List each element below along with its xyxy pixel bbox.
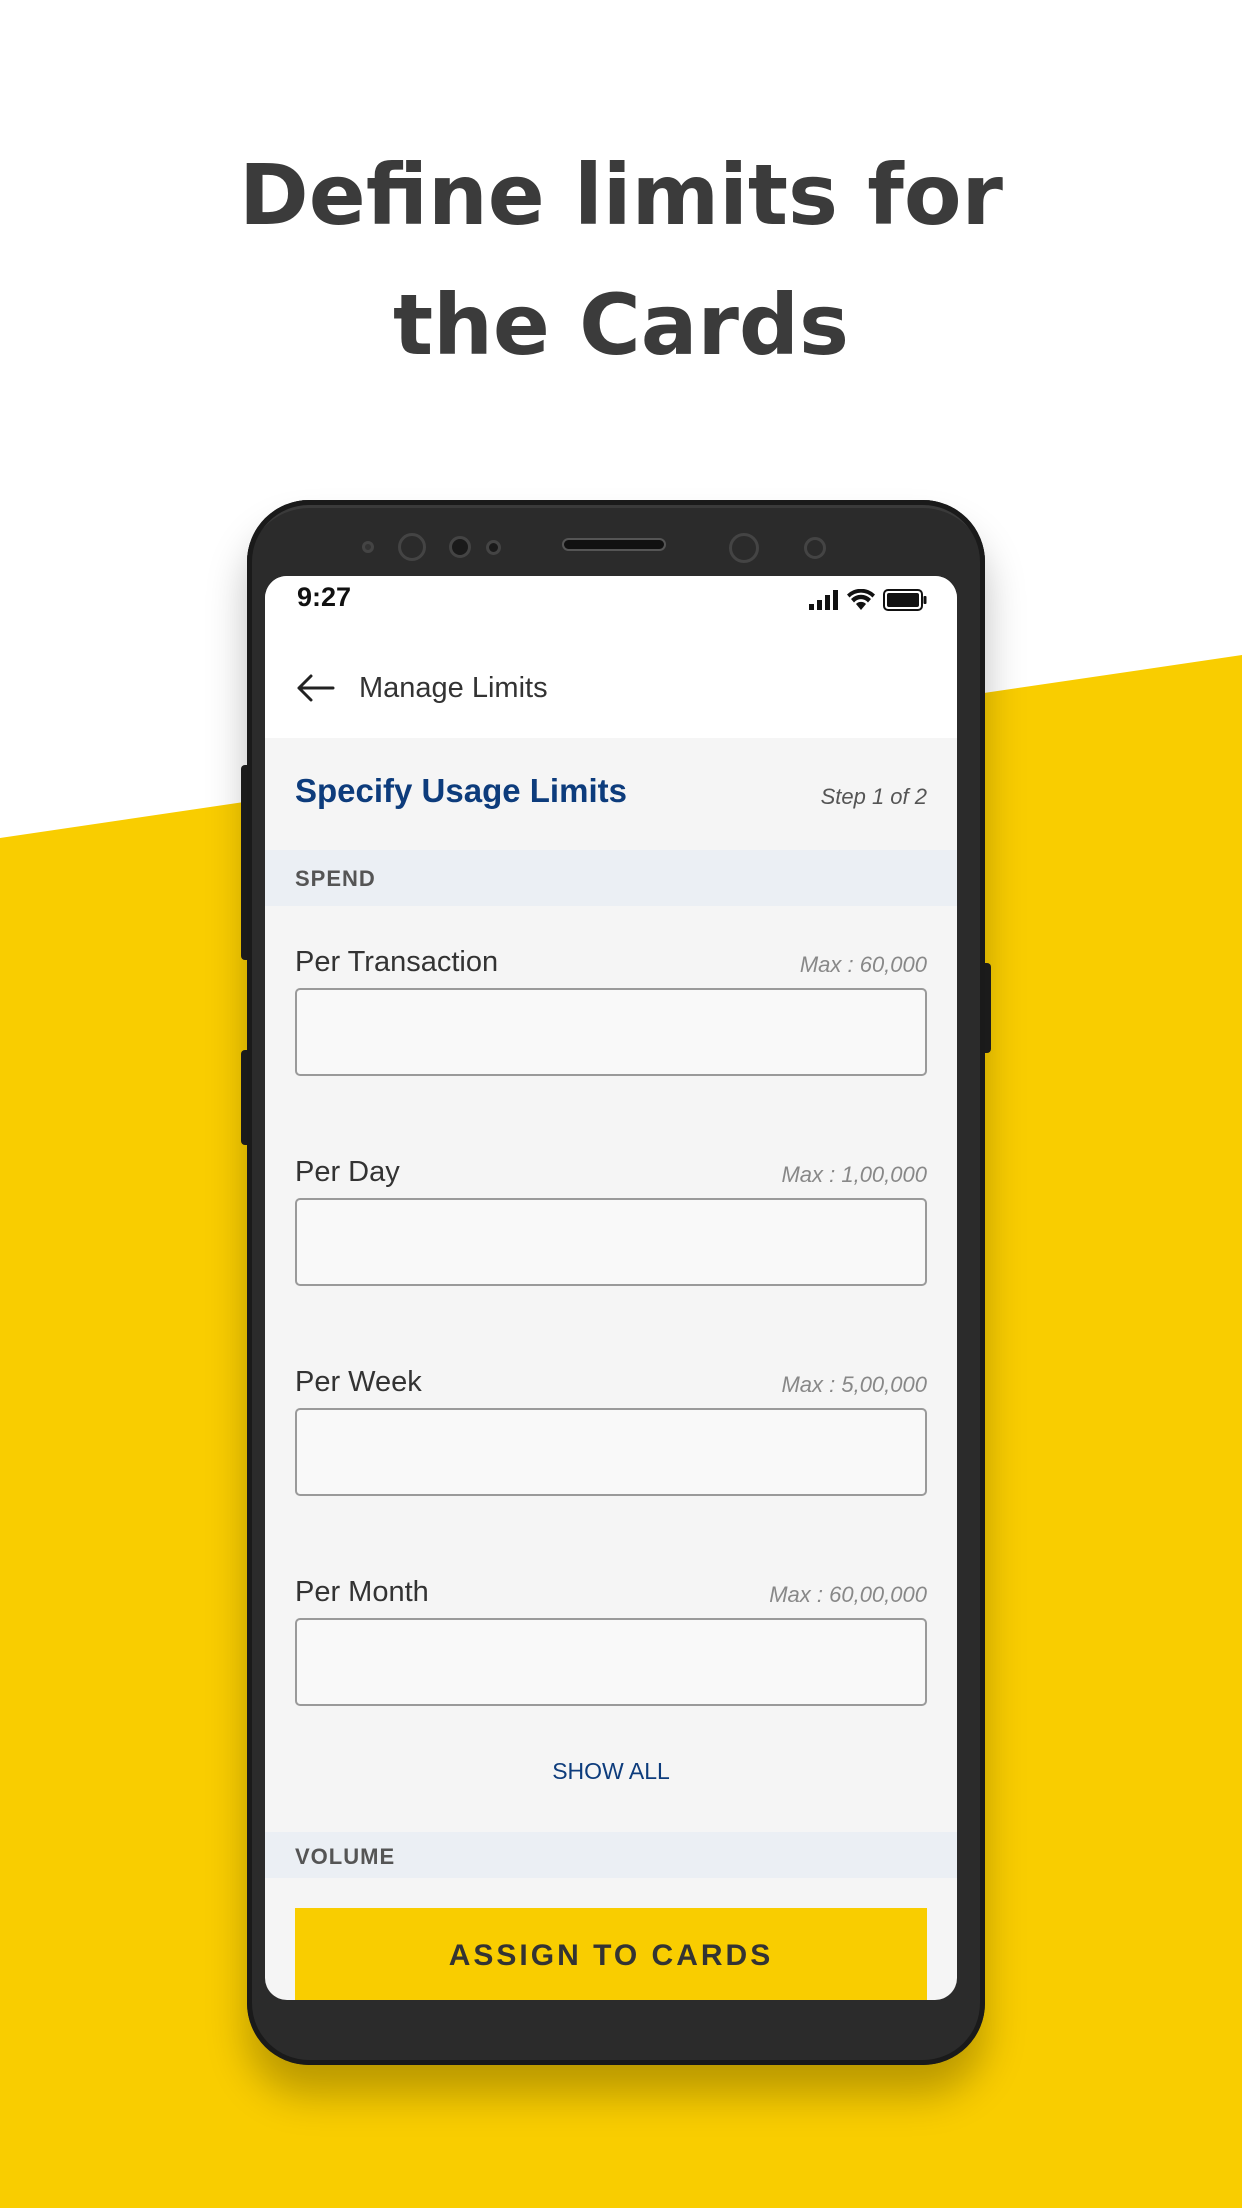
status-time: 9:27 <box>297 582 352 612</box>
sensor-dot-icon <box>486 540 501 555</box>
headline-line-1: Define limits for <box>239 146 1003 244</box>
field-max-hint: Max : 5,00,000 <box>781 1372 927 1397</box>
signal-icon <box>809 590 838 610</box>
field-label: Per Week <box>295 1366 422 1398</box>
status-bar: 9:27 <box>265 576 957 636</box>
show-all-link[interactable]: SHOW ALL <box>265 1758 957 1785</box>
field-label: Per Transaction <box>295 946 499 978</box>
volume-section-header: VOLUME <box>265 1832 957 1878</box>
proximity-sensor-icon <box>729 533 759 563</box>
sensor-dot-icon <box>362 541 374 553</box>
arrow-left-icon <box>297 674 335 702</box>
section-title: Specify Usage Limits <box>295 772 627 809</box>
per-week-input[interactable] <box>295 1408 927 1496</box>
field-max-hint: Max : 1,00,000 <box>781 1162 927 1187</box>
section-header: Specify Usage Limits Step 1 of 2 <box>265 738 957 850</box>
spend-section-label: SPEND <box>295 866 376 891</box>
headline: Define limits for the Cards <box>0 130 1242 390</box>
earpiece-speaker <box>562 538 666 551</box>
phone-screen: 9:27 Manage Limits Specify Usage Limits … <box>265 576 957 2000</box>
status-icons <box>809 588 927 612</box>
app-bar-title: Manage Limits <box>359 672 548 704</box>
field-label: Per Month <box>295 1576 429 1608</box>
field-max-hint: Max : 60,00,000 <box>769 1582 927 1607</box>
assign-to-cards-button[interactable]: ASSIGN TO CARDS <box>295 1908 927 2000</box>
iris-scanner-icon <box>449 536 471 558</box>
headline-line-2: the Cards <box>392 276 850 374</box>
per-month-input[interactable] <box>295 1618 927 1706</box>
volume-section-label: VOLUME <box>295 1844 396 1869</box>
app-bar: Manage Limits <box>265 636 957 738</box>
field-max-hint: Max : 60,000 <box>799 952 927 977</box>
front-camera-icon <box>398 533 426 561</box>
per-day-input[interactable] <box>295 1198 927 1286</box>
step-indicator: Step 1 of 2 <box>820 784 927 809</box>
wifi-icon <box>847 589 875 610</box>
per-transaction-input[interactable] <box>295 988 927 1076</box>
field-label: Per Day <box>295 1156 400 1188</box>
light-sensor-icon <box>804 537 826 559</box>
spend-section-header: SPEND <box>265 850 957 906</box>
battery-icon <box>883 589 927 611</box>
back-button[interactable] <box>293 666 337 710</box>
